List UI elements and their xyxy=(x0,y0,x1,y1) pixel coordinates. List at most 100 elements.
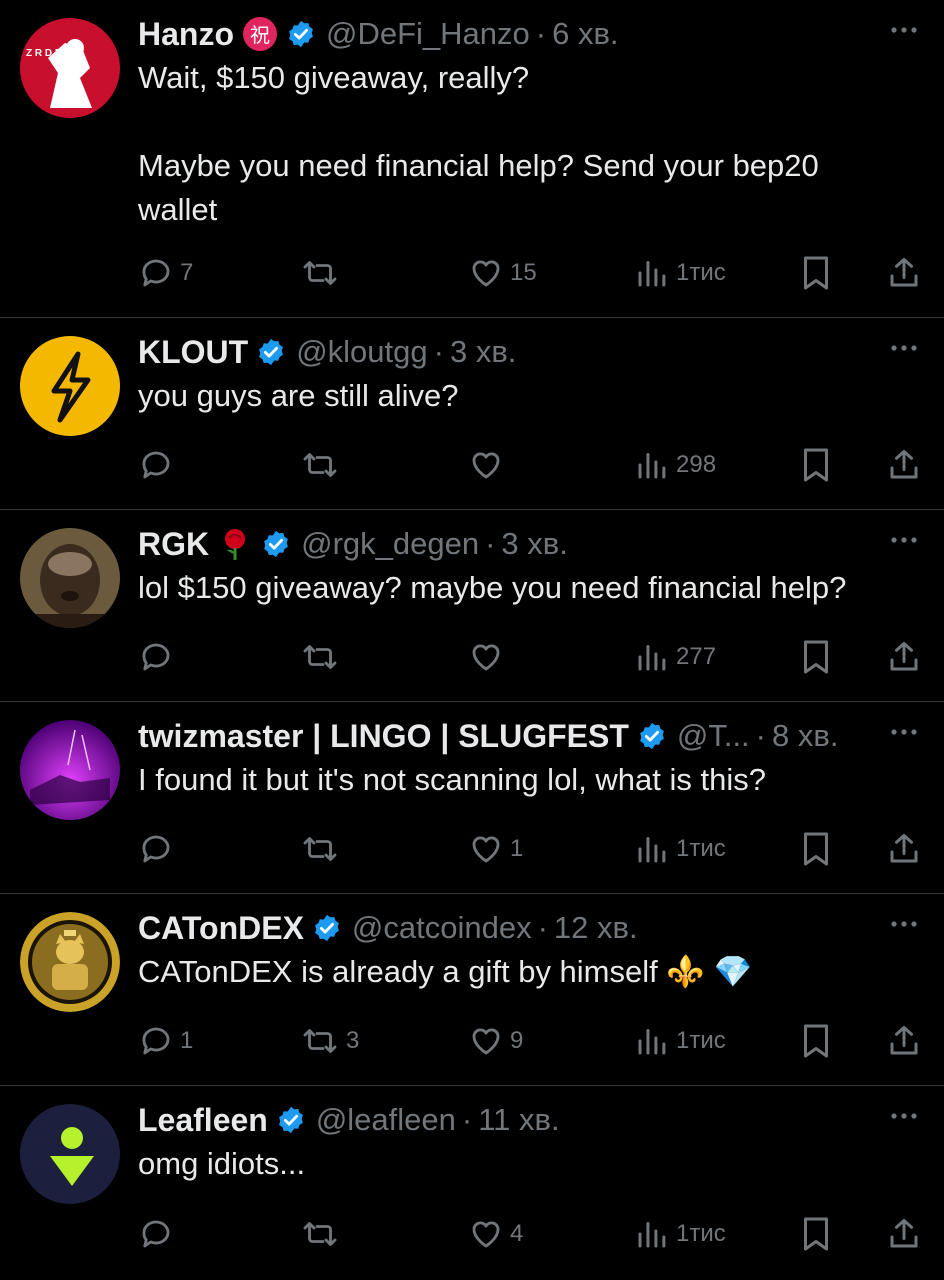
like-button[interactable]: 15 xyxy=(468,253,537,293)
more-options-icon[interactable] xyxy=(888,1108,920,1124)
views-button[interactable]: 277 xyxy=(634,637,716,677)
like-button[interactable]: 9 xyxy=(468,1021,523,1061)
reply-button[interactable] xyxy=(138,1214,180,1254)
tweet[interactable]: Z R D R O Hanzo 祝 @DeFi_Hanzo · 6 хв. Wa… xyxy=(0,0,944,318)
tweet[interactable]: CATonDEX @catcoindex · 12 хв. CATonDEX i… xyxy=(0,894,944,1086)
views-bar-icon xyxy=(638,837,666,863)
retweet-button[interactable] xyxy=(300,829,346,869)
timestamp[interactable]: 11 хв. xyxy=(478,1102,559,1138)
retweet-button[interactable]: 3 xyxy=(300,1021,359,1061)
avatar[interactable] xyxy=(20,912,120,1012)
display-name[interactable]: CATonDEX xyxy=(138,910,304,947)
views-button[interactable]: 1тис xyxy=(634,1021,726,1061)
views-bar-icon xyxy=(638,453,666,479)
retweet-icon xyxy=(303,645,337,669)
heart-icon xyxy=(472,260,500,287)
views-button[interactable]: 1тис xyxy=(634,829,726,869)
svg-text:祝: 祝 xyxy=(250,23,270,47)
share-button[interactable] xyxy=(886,1021,922,1061)
views-button[interactable]: 1тис xyxy=(634,1214,726,1254)
avatar[interactable] xyxy=(20,720,120,820)
more-options-icon[interactable] xyxy=(888,724,920,740)
handle[interactable]: @leafleen xyxy=(316,1102,456,1138)
retweet-button[interactable] xyxy=(300,253,346,293)
bookmark-icon xyxy=(804,256,828,290)
avatar[interactable] xyxy=(20,336,120,436)
tweet-text: I found it but it's not scanning lol, wh… xyxy=(138,762,766,797)
like-button[interactable]: 1 xyxy=(468,829,523,869)
timestamp[interactable]: 12 хв. xyxy=(554,910,638,946)
more-options-icon[interactable] xyxy=(888,916,920,932)
tweet-actions: 1 3 9 1тис xyxy=(138,1021,920,1061)
bookmark-button[interactable] xyxy=(800,637,832,677)
reply-button[interactable] xyxy=(138,637,180,677)
reply-icon xyxy=(142,835,170,863)
share-button[interactable] xyxy=(886,829,922,869)
tweet[interactable]: KLOUT @kloutgg · 3 хв. you guys are stil… xyxy=(0,318,944,510)
bookmark-button[interactable] xyxy=(800,829,832,869)
avatar[interactable] xyxy=(20,528,120,628)
timestamp[interactable]: 8 хв. xyxy=(772,718,838,754)
share-button[interactable] xyxy=(886,253,922,293)
retweet-button[interactable] xyxy=(300,445,346,485)
heart-icon xyxy=(472,644,500,671)
timestamp[interactable]: 6 хв. xyxy=(552,16,618,52)
bookmark-icon xyxy=(804,640,828,674)
views-button[interactable]: 298 xyxy=(634,445,716,485)
tweet-actions: 1 1тис xyxy=(138,829,920,869)
avatar[interactable]: Z R D R O xyxy=(20,18,120,118)
display-name[interactable]: KLOUT xyxy=(138,334,248,371)
tweet-actions: 277 xyxy=(138,637,920,677)
handle[interactable]: @kloutgg xyxy=(296,334,427,370)
like-button[interactable] xyxy=(468,637,510,677)
more-options-icon[interactable] xyxy=(888,340,920,356)
reply-button[interactable]: 1 xyxy=(138,1021,193,1061)
verified-badge-icon xyxy=(256,337,286,367)
more-options-icon[interactable] xyxy=(888,22,920,38)
handle[interactable]: @catcoindex xyxy=(352,910,532,946)
more-options-icon[interactable] xyxy=(888,532,920,548)
reply-button[interactable] xyxy=(138,829,180,869)
tweet-text: omg idiots... xyxy=(138,1146,306,1181)
share-button[interactable] xyxy=(886,1214,922,1254)
timestamp[interactable]: 3 хв. xyxy=(501,526,567,562)
retweet-button[interactable] xyxy=(300,1214,346,1254)
display-name[interactable]: Leafleen xyxy=(138,1102,268,1139)
bookmark-icon xyxy=(804,1024,828,1058)
share-button[interactable] xyxy=(886,445,922,485)
reply-icon xyxy=(142,451,170,479)
like-button[interactable] xyxy=(468,445,510,485)
bookmark-button[interactable] xyxy=(800,1021,832,1061)
retweet-button[interactable] xyxy=(300,637,346,677)
display-name[interactable]: twizmaster | LINGO | SLUGFEST xyxy=(138,718,629,755)
rose-icon: 🌹 xyxy=(217,526,253,562)
tweet[interactable]: Leafleen @leafleen · 11 хв. omg idiots..… xyxy=(0,1086,944,1278)
avatar[interactable] xyxy=(20,1104,120,1204)
tweet[interactable]: RGK 🌹 @rgk_degen · 3 хв. lol $150 giveaw… xyxy=(0,510,944,702)
tweet-actions: 298 xyxy=(138,445,920,485)
views-button[interactable]: 1тис xyxy=(634,253,726,293)
tweet-text: lol $150 giveaway? maybe you need financ… xyxy=(138,570,847,605)
handle[interactable]: @T... xyxy=(677,718,750,754)
timestamp[interactable]: 3 хв. xyxy=(450,334,516,370)
views-bar-icon xyxy=(638,1222,666,1248)
handle[interactable]: @DeFi_Hanzo xyxy=(326,16,530,52)
share-button[interactable] xyxy=(886,637,922,677)
bookmark-button[interactable] xyxy=(800,253,832,293)
display-name[interactable]: Hanzo xyxy=(138,16,234,53)
bookmark-button[interactable] xyxy=(800,445,832,485)
like-button[interactable]: 4 xyxy=(468,1214,523,1254)
tweet-header: twizmaster | LINGO | SLUGFEST @T... · 8 … xyxy=(138,717,839,755)
bookmark-icon xyxy=(804,1217,828,1251)
reply-button[interactable]: 7 xyxy=(138,253,193,293)
verified-badge-icon xyxy=(261,529,291,559)
retweet-icon xyxy=(303,261,337,285)
retweet-icon xyxy=(303,1222,337,1246)
bookmark-button[interactable] xyxy=(800,1214,832,1254)
reply-button[interactable] xyxy=(138,445,180,485)
handle[interactable]: @rgk_degen xyxy=(301,526,479,562)
reply-icon xyxy=(142,643,170,671)
tweet-header: Hanzo 祝 @DeFi_Hanzo · 6 хв. xyxy=(138,15,619,53)
tweet[interactable]: twizmaster | LINGO | SLUGFEST @T... · 8 … xyxy=(0,702,944,894)
display-name[interactable]: RGK xyxy=(138,526,209,563)
